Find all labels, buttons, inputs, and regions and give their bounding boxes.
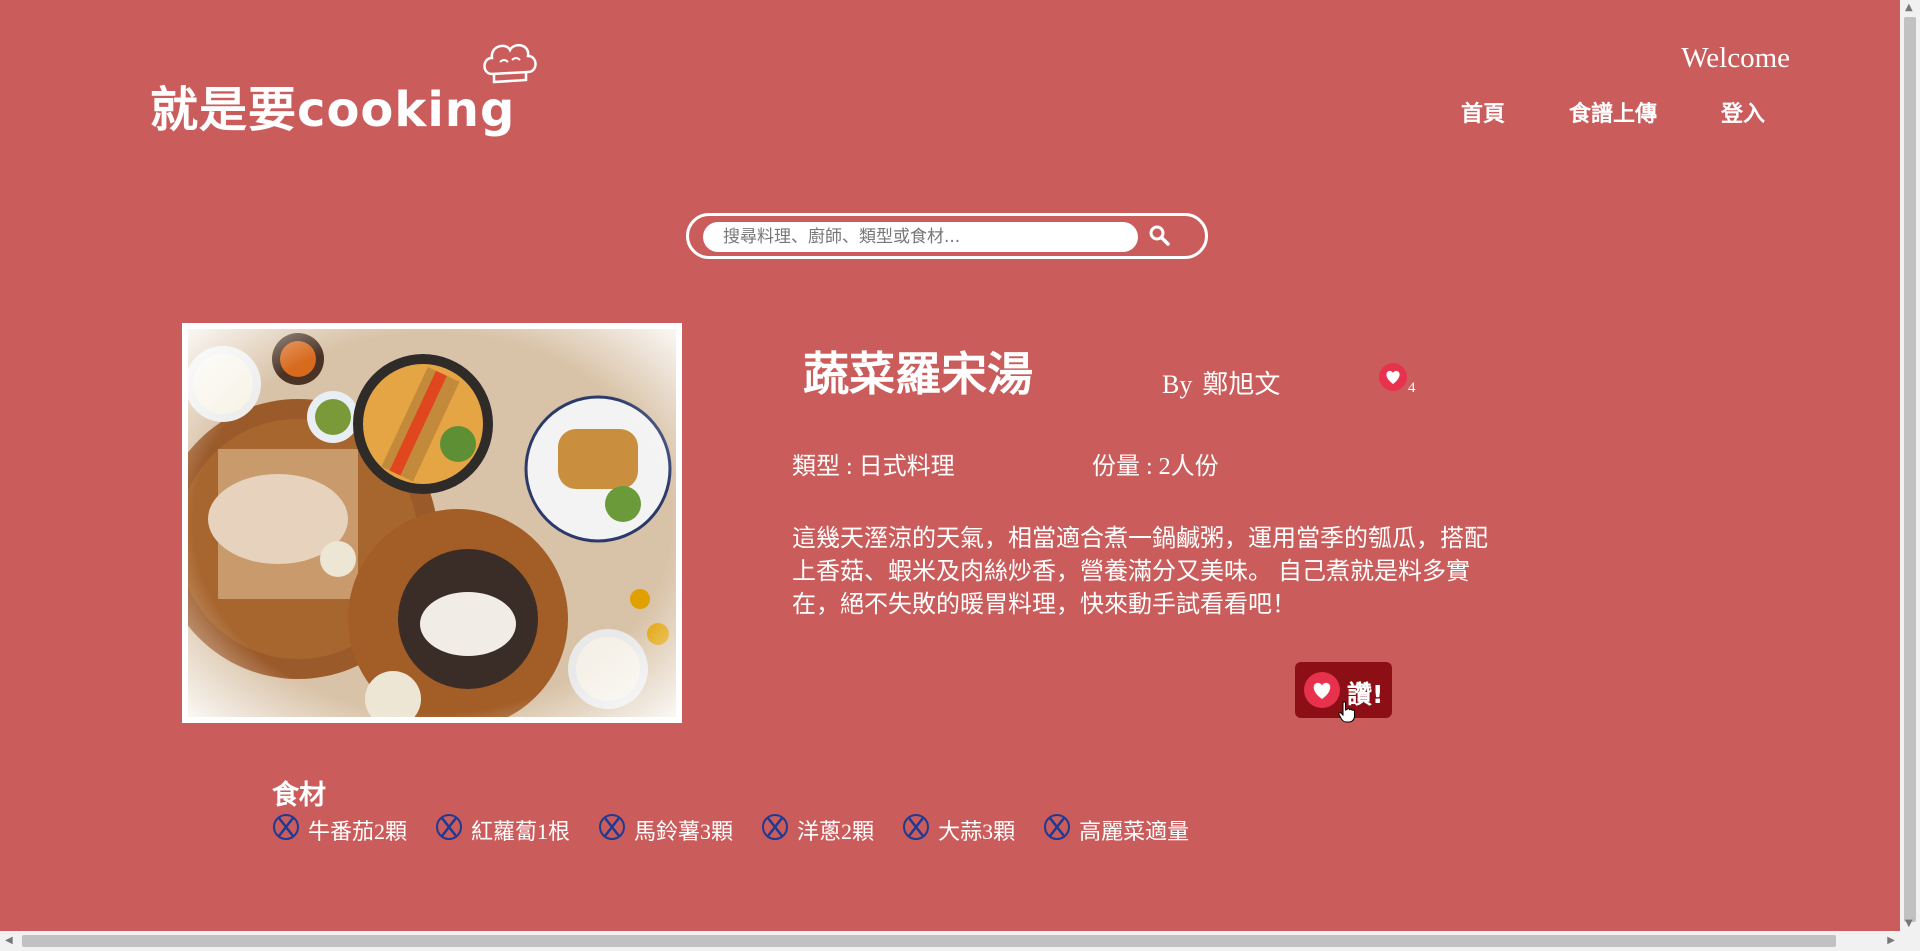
scroll-right-icon[interactable]: ▶ [1887,935,1895,946]
utensils-icon [761,813,789,847]
search-bar [686,213,1208,259]
author-name[interactable]: 鄭旭文 [1202,370,1280,399]
like-button[interactable]: 讚! [1295,662,1392,723]
utensils-icon [902,813,930,847]
hand-cursor-icon [1338,701,1356,728]
vertical-scrollbar[interactable]: ▲ ▼ [1900,0,1920,951]
ingredient-label: 大蒜3顆 [938,819,1016,844]
scroll-left-icon[interactable]: ◀ [5,935,13,946]
ingredient-item: 大蒜3顆 [902,813,1015,847]
logo-text: 就是要cooking [150,82,516,138]
horizontal-scrollbar[interactable]: ◀ ▶ [0,931,1900,951]
ingredients-list: 牛番茄2顆 紅蘿蔔1根 馬鈴薯3顆 洋蔥2顆 大蒜3顆 高麗菜適量 [272,813,1189,847]
utensils-icon [1043,813,1071,847]
heart-icon [1303,671,1341,714]
like-count-number: 4 [1408,380,1416,396]
ingredient-label: 牛番茄2顆 [308,819,408,844]
like-count: 4 [1378,362,1416,397]
ingredients-heading: 食材 [272,780,326,811]
ingredient-label: 馬鈴薯3顆 [634,819,734,844]
recipe-author: By 鄭旭文 [1162,364,1280,401]
recipe-photo [182,323,682,723]
heart-icon [1378,363,1408,396]
search-input[interactable] [703,222,1138,252]
ingredient-label: 紅蘿蔔1根 [471,819,571,844]
scroll-up-icon[interactable]: ▲ [1905,2,1913,13]
vertical-scroll-thumb[interactable] [1904,17,1916,922]
ingredient-item: 高麗菜適量 [1043,813,1189,847]
recipe-serving: 份量 : 2人份 [1092,454,1219,480]
scroll-down-icon[interactable]: ▼ [1905,918,1913,929]
search-icon[interactable] [1148,224,1172,253]
by-label: By [1162,370,1193,399]
recipe-title: 蔬菜羅宋湯 [803,347,1033,401]
ingredient-item: 馬鈴薯3顆 [598,813,733,847]
ingredient-label: 洋蔥2顆 [797,819,875,844]
nav-upload-recipe[interactable]: 食譜上傳 [1569,96,1657,128]
ingredient-item: 紅蘿蔔1根 [435,813,570,847]
recipe-type: 類型 : 日式料理 [792,454,955,480]
recipe-description: 這幾天溼涼的天氣，相當適合煮一鍋鹹粥，運用當季的瓠瓜，搭配上香菇、蝦米及肉絲炒香… [792,526,1488,618]
utensils-icon [598,813,626,847]
nav-home[interactable]: 首頁 [1461,96,1505,128]
nav-login[interactable]: 登入 [1721,96,1765,128]
recipe-photo-image [188,329,676,717]
utensils-icon [272,813,300,847]
utensils-icon [435,813,463,847]
welcome-text: Welcome [1681,42,1790,74]
ingredient-item: 牛番茄2顆 [272,813,407,847]
main-nav: 首頁 食譜上傳 登入 [1461,96,1765,128]
ingredient-item: 洋蔥2顆 [761,813,874,847]
ingredient-label: 高麗菜適量 [1079,819,1190,844]
horizontal-scroll-thumb[interactable] [22,935,1836,947]
